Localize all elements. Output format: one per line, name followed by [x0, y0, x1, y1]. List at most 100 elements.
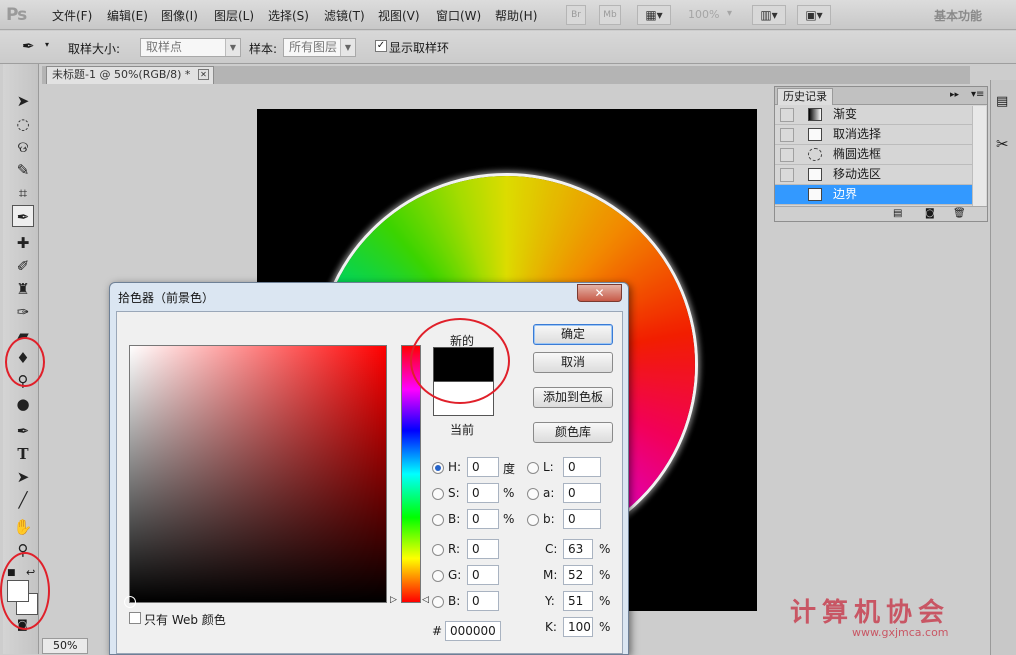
watermark-text: 计算机协会	[790, 598, 951, 628]
sample-select[interactable]: 所有图层 ▼	[283, 38, 356, 57]
cyan-input[interactable]: 63	[563, 539, 593, 559]
path-selection-tool-icon[interactable]: ➤	[12, 466, 34, 488]
trash-icon[interactable]: 🗑	[953, 208, 966, 219]
history-item[interactable]: 椭圆选框	[775, 145, 972, 165]
history-snapshot-checkbox[interactable]	[780, 148, 794, 162]
radio-brightness[interactable]	[432, 514, 444, 526]
hex-input[interactable]: 000000	[445, 621, 501, 641]
saturation-input[interactable]: 0	[467, 483, 499, 503]
mini-bridge-button[interactable]: Mb	[599, 5, 621, 25]
history-snapshot-checkbox[interactable]	[780, 108, 794, 122]
sample-label: 样本:	[249, 42, 278, 56]
type-tool-icon[interactable]: T	[12, 443, 34, 465]
new-snapshot-icon[interactable]: ◙	[925, 208, 935, 219]
brush-tool-icon[interactable]: ✐	[12, 255, 34, 277]
radio-lab-b[interactable]	[527, 514, 539, 526]
close-icon[interactable]: ✕	[577, 284, 622, 302]
history-item[interactable]: 取消选择	[775, 125, 972, 145]
document-tab[interactable]: 未标题-1 @ 50%(RGB/8) * ✕	[46, 66, 214, 84]
color-field-cursor[interactable]	[124, 596, 136, 608]
history-item-label: 椭圆选框	[833, 147, 882, 161]
status-zoom-field[interactable]: 50%	[42, 638, 88, 654]
close-icon[interactable]: ✕	[198, 69, 209, 80]
radio-saturation[interactable]	[432, 488, 444, 500]
quick-selection-tool-icon[interactable]: ✎	[12, 159, 34, 181]
color-libraries-button[interactable]: 颜色库	[533, 422, 613, 443]
menu-file[interactable]: 文件(F)	[52, 7, 92, 24]
move-tool-icon[interactable]: ➤	[12, 90, 34, 112]
sample-size-select[interactable]: 取样点 ▼	[140, 38, 241, 57]
add-to-swatches-button[interactable]: 添加到色板	[533, 387, 613, 408]
tool-preset-dropdown-icon[interactable]: ▾	[45, 40, 49, 49]
menu-help[interactable]: 帮助(H)	[495, 7, 537, 24]
bridge-button[interactable]: Br	[566, 5, 586, 25]
lab-l-input[interactable]: 0	[563, 457, 601, 477]
history-tab[interactable]: 历史记录	[777, 88, 833, 105]
yellow-input[interactable]: 51	[563, 591, 593, 611]
radio-lab-l[interactable]	[527, 462, 539, 474]
menu-edit[interactable]: 编辑(E)	[107, 7, 148, 24]
menu-layer[interactable]: 图层(L)	[214, 7, 254, 24]
history-panel-icon[interactable]: ▤	[996, 94, 1008, 109]
clone-stamp-tool-icon[interactable]: ♜	[12, 278, 34, 300]
magenta-input[interactable]: 52	[563, 565, 593, 585]
crop-tool-icon[interactable]: ⌗	[12, 182, 34, 204]
history-item[interactable]: 移动选区	[775, 165, 972, 185]
pen-tool-icon[interactable]: ✒	[12, 420, 34, 442]
zoom-dropdown-icon[interactable]: ▾	[727, 8, 732, 19]
radio-lab-a[interactable]	[527, 488, 539, 500]
history-snapshot-checkbox[interactable]	[780, 168, 794, 182]
lab-b-input[interactable]: 0	[563, 509, 601, 529]
ok-button[interactable]: 确定	[533, 324, 613, 345]
radio-green[interactable]	[432, 570, 444, 582]
tools-preset-icon[interactable]: ✂	[996, 135, 1009, 153]
collapse-panel-icon[interactable]: ▸▸	[950, 90, 959, 100]
web-colors-only-checkbox[interactable]	[129, 612, 141, 624]
new-document-from-state-icon[interactable]: ▤	[893, 208, 902, 219]
show-ring-checkbox[interactable]: ✓	[375, 40, 387, 52]
history-state-marker-icon[interactable]	[780, 188, 794, 202]
zoom-level[interactable]: 100%	[688, 8, 719, 21]
view-extras-icon[interactable]: ▦▾	[637, 5, 671, 25]
history-item-selected[interactable]: 边界	[775, 185, 972, 205]
elliptical-marquee-tool-icon[interactable]: ◌	[12, 113, 34, 135]
hue-input[interactable]: 0	[467, 457, 499, 477]
history-scrollbar[interactable]	[972, 106, 986, 206]
history-item-label: 渐变	[833, 107, 858, 121]
lab-a-input[interactable]: 0	[563, 483, 601, 503]
cancel-button[interactable]: 取消	[533, 352, 613, 373]
healing-brush-tool-icon[interactable]: ✚	[12, 232, 34, 254]
brightness-input[interactable]: 0	[467, 509, 499, 529]
hue-slider-handle-right[interactable]: ◁	[422, 595, 429, 605]
arrange-documents-icon[interactable]: ▥▾	[752, 5, 786, 25]
radio-blue[interactable]	[432, 596, 444, 608]
line-tool-icon[interactable]: ╱	[12, 489, 34, 511]
radio-hue[interactable]	[432, 462, 444, 474]
workspace-switcher[interactable]: 基本功能	[934, 7, 982, 24]
history-brush-tool-icon[interactable]: ✑	[12, 301, 34, 323]
history-snapshot-checkbox[interactable]	[780, 128, 794, 142]
lasso-tool-icon[interactable]: ଡ	[12, 136, 34, 158]
blue-input[interactable]: 0	[467, 591, 499, 611]
dodge-tool-icon[interactable]: ●	[12, 393, 34, 415]
hand-tool-icon[interactable]: ✋	[12, 516, 34, 538]
m-label: M:	[543, 568, 558, 582]
color-field[interactable]	[124, 345, 387, 608]
hue-slider-handle-left[interactable]: ▷	[390, 595, 397, 605]
history-item[interactable]: 渐变	[775, 105, 972, 125]
red-input[interactable]: 0	[467, 539, 499, 559]
radio-red[interactable]	[432, 544, 444, 556]
green-input[interactable]: 0	[467, 565, 499, 585]
menu-window[interactable]: 窗口(W)	[436, 7, 481, 24]
menu-view[interactable]: 视图(V)	[378, 7, 420, 24]
eyedropper-tool-icon[interactable]: ✒	[12, 205, 34, 227]
menu-filter[interactable]: 滤镜(T)	[324, 7, 365, 24]
panel-menu-icon[interactable]: ▾≡	[971, 89, 984, 100]
menu-image[interactable]: 图像(I)	[161, 7, 198, 24]
menu-select[interactable]: 选择(S)	[268, 7, 309, 24]
eyedropper-tool-preset-icon[interactable]: ✒	[22, 37, 35, 55]
sample-value: 所有图层	[289, 40, 338, 54]
screen-mode-icon[interactable]: ▣▾	[797, 5, 831, 25]
percent-unit: %	[599, 594, 611, 608]
black-input[interactable]: 100	[563, 617, 593, 637]
